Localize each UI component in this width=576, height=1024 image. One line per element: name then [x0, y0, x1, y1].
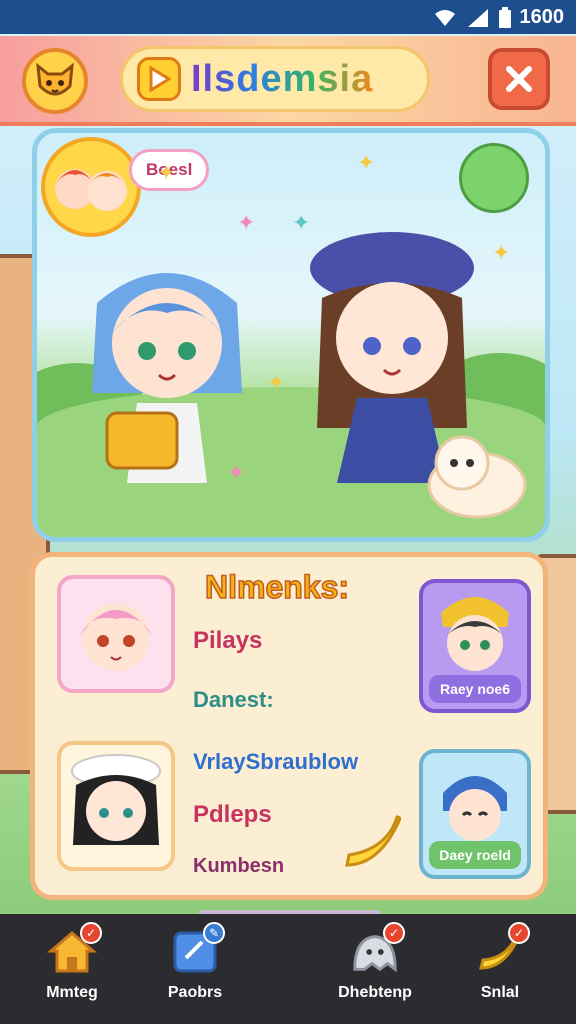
battery-icon: [498, 6, 511, 28]
app-header: Ilsdemsia: [0, 36, 576, 126]
nav-label: Dhebtenp: [338, 984, 412, 1001]
app-title: Ilsdemsia: [191, 57, 374, 100]
friend-card[interactable]: Raey noe6: [419, 579, 531, 713]
sparkle-icon: ✦: [157, 161, 176, 186]
member-label: Danest:: [193, 687, 274, 712]
play-icon[interactable]: [137, 57, 181, 101]
friend-card-tag: Raey noe6: [429, 675, 521, 703]
close-icon: [506, 66, 532, 92]
pet-companion: [427, 435, 527, 519]
sparkle-icon: ✦: [357, 151, 376, 176]
status-time: 1600: [519, 6, 565, 28]
member-label: VrlaySbraublow: [193, 749, 359, 774]
logo-button[interactable]: [22, 48, 88, 114]
hero-scene: Boesl ✦ ✦ ✦ ✦ ✦ ✦ ✦: [32, 128, 550, 542]
fox-mascot-icon: [36, 62, 74, 96]
wifi-icon: [434, 9, 455, 26]
sparkle-icon: ✦: [267, 371, 286, 396]
banana-icon: [345, 815, 402, 867]
bottom-nav: ✓ Mmteg ✎ Paobrs ✓ Dhebtenp ✓ Snlal: [0, 914, 576, 1024]
title-banner: Ilsdemsia: [120, 46, 430, 112]
sparkle-icon: ✦: [227, 461, 246, 486]
nav-label: Mmteg: [46, 984, 98, 1001]
ghost-icon: ✓: [349, 922, 405, 976]
sparkle-icon: ✦: [292, 211, 311, 236]
notebook-icon: ✎: [169, 922, 225, 976]
member-label: Pilays: [193, 627, 263, 654]
sparkle-icon: ✦: [492, 241, 511, 266]
member-portrait[interactable]: [57, 741, 175, 871]
member-portrait[interactable]: [57, 575, 175, 693]
nav-item-banana[interactable]: ✓ Snlal: [440, 922, 560, 1018]
nav-item-ghost[interactable]: ✓ Dhebtenp: [315, 922, 435, 1018]
sparkle-icon: ✦: [237, 211, 256, 236]
status-bar: 1600: [0, 0, 576, 34]
friend-card[interactable]: Daey roeld: [419, 749, 531, 879]
banana-icon: ✓: [474, 922, 530, 976]
nav-label: Paobrs: [167, 984, 223, 1001]
close-button[interactable]: [488, 48, 550, 110]
member-label: Pdleps: [193, 801, 272, 828]
nav-item-home[interactable]: ✓ Mmteg: [12, 922, 132, 1018]
signal-icon: [467, 8, 488, 27]
green-mascot: [459, 143, 529, 213]
member-label: Kumbesn: [193, 855, 285, 877]
nav-item-notebook[interactable]: ✎ Paobrs: [135, 922, 255, 1018]
friend-card-tag: Daey roeld: [429, 841, 521, 869]
nav-label: Snlal: [480, 984, 520, 1001]
members-panel: Nlmenks: Pilays Danest: VrlaySbraublow P…: [30, 552, 548, 900]
players-avatar[interactable]: [41, 137, 141, 237]
members-title: Nlmenks:: [204, 568, 350, 606]
home-icon: ✓: [46, 922, 102, 976]
